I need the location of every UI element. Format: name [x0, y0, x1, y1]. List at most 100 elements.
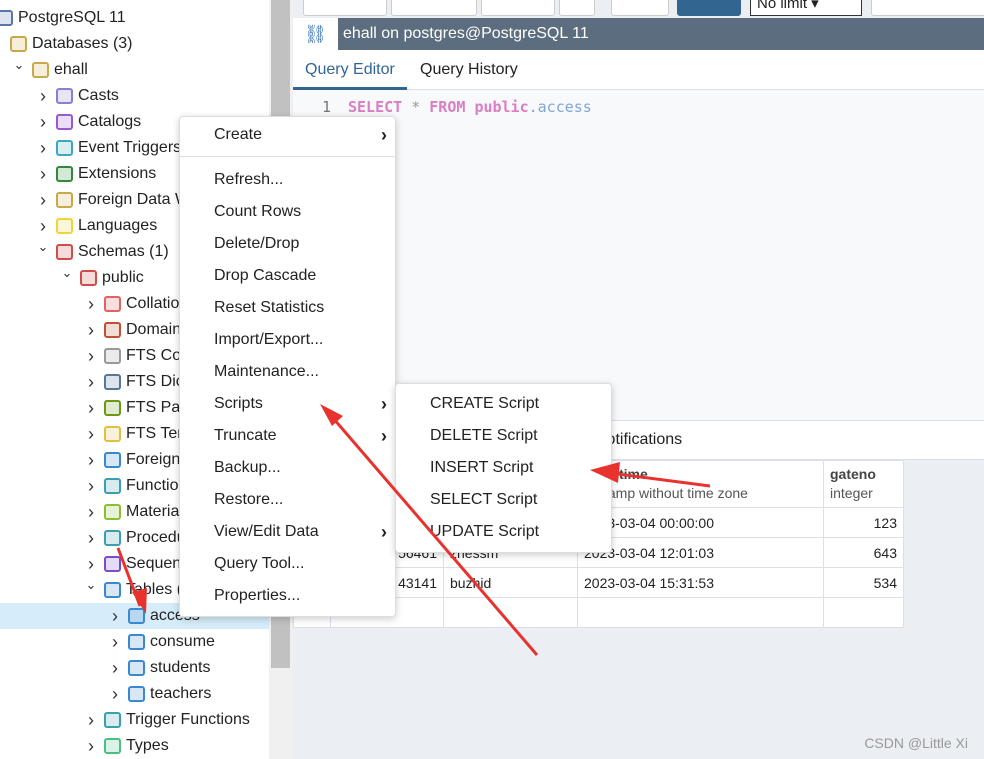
- chevron-right-icon[interactable]: ›: [108, 681, 122, 707]
- tree-item-label: Foreign Data W: [78, 191, 191, 208]
- menu-item-backup[interactable]: Backup...: [180, 452, 395, 484]
- table-cell[interactable]: 123: [823, 507, 904, 538]
- chevron-right-icon[interactable]: ›: [36, 109, 50, 135]
- chevron-right-icon[interactable]: ›: [84, 499, 98, 525]
- file-buttons[interactable]: [303, 0, 387, 16]
- menu-item-create[interactable]: Create ›: [180, 119, 395, 151]
- menu-item-select-script[interactable]: SELECT Script: [396, 484, 611, 516]
- chevron-right-icon[interactable]: ›: [84, 369, 98, 395]
- chevron-right-icon[interactable]: ›: [108, 603, 122, 629]
- types-icon: [104, 738, 121, 754]
- chevron-right-icon[interactable]: ›: [84, 395, 98, 421]
- table-cell[interactable]: [443, 597, 578, 628]
- tab-query-editor[interactable]: Query Editor: [293, 50, 407, 90]
- limit-select[interactable]: No limit ▾: [750, 0, 862, 16]
- chevron-right-icon[interactable]: ›: [108, 655, 122, 681]
- catalogs-icon: [56, 114, 73, 130]
- menu-item-refresh[interactable]: Refresh...: [180, 164, 395, 196]
- menu-item-label: Import/Export...: [214, 331, 324, 348]
- menu-item-delete-script[interactable]: DELETE Script: [396, 420, 611, 452]
- chevron-right-icon[interactable]: ›: [36, 187, 50, 213]
- menu-item-restore[interactable]: Restore...: [180, 484, 395, 516]
- tree-item-label: Collatio: [126, 295, 180, 312]
- tree-item-label: students: [150, 659, 211, 676]
- chevron-down-icon[interactable]: ⌄: [60, 260, 74, 286]
- table-cell[interactable]: 2023-03-04 15:31:53: [577, 567, 824, 598]
- column-name: gateno: [830, 466, 876, 482]
- table-cell[interactable]: [577, 597, 824, 628]
- menu-item-create-script[interactable]: CREATE Script: [396, 388, 611, 420]
- chevron-right-icon[interactable]: ›: [84, 421, 98, 447]
- chevron-right-icon[interactable]: ›: [36, 161, 50, 187]
- line-number: 1: [321, 98, 331, 116]
- tree-item[interactable]: › teachers: [0, 681, 269, 707]
- execute-buttons[interactable]: [871, 0, 984, 16]
- column-header[interactable]: gateno integer: [823, 460, 904, 508]
- tree-item[interactable]: › Types: [0, 733, 269, 759]
- chevron-right-icon[interactable]: ›: [84, 317, 98, 343]
- menu-item-label: Delete/Drop: [214, 235, 300, 252]
- menu-item-update-script[interactable]: UPDATE Script: [396, 516, 611, 548]
- chevron-right-icon[interactable]: ›: [84, 733, 98, 759]
- chevron-right-icon: ›: [381, 394, 387, 414]
- menu-item-drop-cascade[interactable]: Drop Cascade: [180, 260, 395, 292]
- tree-item[interactable]: › consume: [0, 629, 269, 655]
- menu-item-scripts[interactable]: Scripts ›: [180, 388, 395, 420]
- table-cell[interactable]: 2023-03-04 00:00:00: [577, 507, 824, 538]
- sql-code: SELECT * FROM public.access: [348, 98, 592, 116]
- chevron-right-icon[interactable]: ›: [108, 629, 122, 655]
- column-header[interactable]: time stamp without time zone: [577, 460, 824, 508]
- table-cell[interactable]: 2023-03-04 12:01:03: [577, 537, 824, 568]
- chevron-right-icon[interactable]: ›: [84, 707, 98, 733]
- chevron-right-icon[interactable]: ›: [84, 291, 98, 317]
- languages-icon: [56, 218, 73, 234]
- tree-item[interactable]: › Casts: [0, 83, 269, 109]
- tree-item[interactable]: Databases (3): [0, 31, 269, 57]
- chevron-right-icon[interactable]: ›: [84, 343, 98, 369]
- tree-item-label: FTS Dic: [126, 373, 184, 390]
- database-icon: [32, 62, 49, 78]
- menu-item-label: INSERT Script: [430, 459, 534, 476]
- tree-item-label: Procedu: [126, 529, 186, 546]
- tree-item-label: Extensions: [78, 165, 157, 182]
- menu-item-delete-drop[interactable]: Delete/Drop: [180, 228, 395, 260]
- chevron-down-icon[interactable]: ⌄: [84, 572, 98, 598]
- table-cell[interactable]: 534: [823, 567, 904, 598]
- table-cell[interactable]: 643: [823, 537, 904, 568]
- sql-editor[interactable]: 1 SELECT * FROM public.access: [293, 90, 984, 420]
- menu-item-count-rows[interactable]: Count Rows: [180, 196, 395, 228]
- menu-item-maintenance[interactable]: Maintenance...: [180, 356, 395, 388]
- menu-item-reset-statistics[interactable]: Reset Statistics: [180, 292, 395, 324]
- menu-item-label: Scripts: [214, 395, 263, 412]
- menu-item-label: UPDATE Script: [430, 523, 540, 540]
- delete-button[interactable]: [559, 0, 595, 16]
- chevron-right-icon[interactable]: ›: [84, 473, 98, 499]
- tree-item[interactable]: › students: [0, 655, 269, 681]
- chevron-right-icon[interactable]: ›: [84, 525, 98, 551]
- menu-item-properties[interactable]: Properties...: [180, 580, 395, 612]
- tree-item[interactable]: › Trigger Functions: [0, 707, 269, 733]
- menu-item-query-tool[interactable]: Query Tool...: [180, 548, 395, 580]
- chevron-right-icon[interactable]: ›: [84, 447, 98, 473]
- tree-item-label: Materia: [126, 503, 180, 520]
- filter-button[interactable]: [677, 0, 741, 16]
- copy-paste-buttons[interactable]: [481, 0, 555, 16]
- menu-item-view-edit-data[interactable]: View/Edit Data ›: [180, 516, 395, 548]
- table-cell[interactable]: buzhid: [443, 567, 578, 598]
- table-cell[interactable]: [823, 597, 904, 628]
- tree-item-label: Languages: [78, 217, 158, 234]
- tree-item[interactable]: ⌄ ehall: [0, 57, 269, 83]
- menu-item-insert-script[interactable]: INSERT Script: [396, 452, 611, 484]
- find-button[interactable]: [391, 0, 477, 16]
- menu-item-import-export[interactable]: Import/Export...: [180, 324, 395, 356]
- chevron-right-icon[interactable]: ›: [36, 135, 50, 161]
- table-icon: [128, 634, 145, 650]
- tab-query-history[interactable]: Query History: [408, 50, 530, 90]
- chevron-right-icon[interactable]: ›: [36, 83, 50, 109]
- chevron-down-icon[interactable]: ⌄: [36, 234, 50, 260]
- chevron-down-icon[interactable]: ⌄: [12, 52, 26, 78]
- tree-item[interactable]: PostgreSQL 11: [0, 5, 269, 31]
- edit-button[interactable]: [611, 0, 669, 16]
- menu-item-truncate[interactable]: Truncate ›: [180, 420, 395, 452]
- query-tab-title[interactable]: ⛓ ehall on postgres@PostgreSQL 11: [293, 18, 984, 50]
